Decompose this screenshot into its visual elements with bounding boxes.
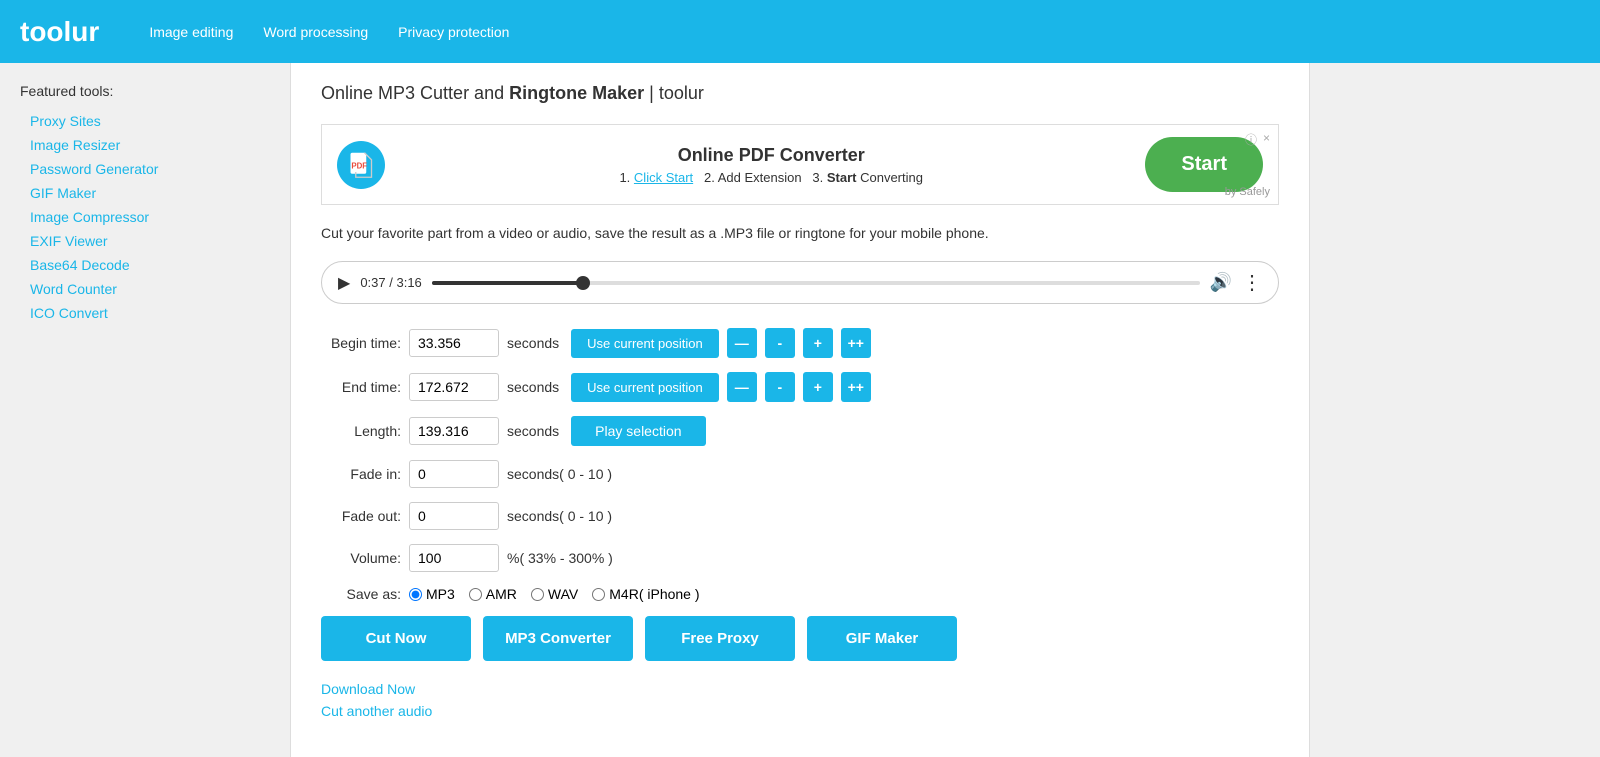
- sidebar: Featured tools: Proxy Sites Image Resize…: [0, 63, 290, 757]
- fade-out-unit: seconds( 0 - 10 ): [507, 508, 612, 524]
- begin-minus-minus-button[interactable]: —: [727, 328, 757, 358]
- nav-word-processing[interactable]: Word processing: [263, 24, 368, 40]
- volume-icon[interactable]: 🔊: [1210, 272, 1232, 293]
- nav: Image editing Word processing Privacy pr…: [149, 24, 509, 40]
- length-input[interactable]: [409, 417, 499, 445]
- ad-banner: ⓘ × PDF Online PDF Converter 1. Click St…: [321, 124, 1279, 205]
- main-content: Online MP3 Cutter and Ringtone Maker | t…: [290, 63, 1310, 757]
- progress-bar-fill: [432, 281, 583, 285]
- ad-text-block: Online PDF Converter 1. Click Start 2. A…: [397, 145, 1145, 185]
- end-minus-minus-button[interactable]: —: [727, 372, 757, 402]
- end-time-unit: seconds: [507, 379, 559, 395]
- fade-in-input[interactable]: [409, 460, 499, 488]
- end-minus-button[interactable]: -: [765, 372, 795, 402]
- action-buttons: Cut Now MP3 Converter Free Proxy GIF Mak…: [321, 616, 1279, 661]
- ad-title: Online PDF Converter: [397, 145, 1145, 166]
- format-wav-radio[interactable]: [531, 588, 544, 601]
- fade-in-label: Fade in:: [321, 466, 401, 482]
- ad-info-icon: ⓘ: [1245, 131, 1257, 148]
- end-time-input[interactable]: [409, 373, 499, 401]
- length-label: Length:: [321, 423, 401, 439]
- cut-another-link[interactable]: Cut another audio: [321, 703, 1279, 719]
- sidebar-item-image-resizer[interactable]: Image Resizer: [20, 133, 270, 157]
- begin-time-input[interactable]: [409, 329, 499, 357]
- ad-controls: ⓘ ×: [1245, 131, 1270, 148]
- end-plus-plus-button[interactable]: ++: [841, 372, 871, 402]
- sidebar-item-image-compressor[interactable]: Image Compressor: [20, 205, 270, 229]
- audio-player: ▶ 0:37 / 3:16 🔊 ⋮: [321, 261, 1279, 304]
- format-mp3-radio[interactable]: [409, 588, 422, 601]
- header: toolur Image editing Word processing Pri…: [0, 0, 1600, 63]
- cut-now-button[interactable]: Cut Now: [321, 616, 471, 661]
- format-amr-radio[interactable]: [469, 588, 482, 601]
- save-as-label: Save as:: [321, 586, 401, 602]
- progress-bar[interactable]: [432, 281, 1200, 285]
- ad-close-icon[interactable]: ×: [1263, 131, 1270, 148]
- volume-input[interactable]: [409, 544, 499, 572]
- mp3-converter-button[interactable]: MP3 Converter: [483, 616, 633, 661]
- begin-plus-plus-button[interactable]: ++: [841, 328, 871, 358]
- ad-banner-left: PDF Online PDF Converter 1. Click Start …: [337, 141, 1145, 189]
- more-options-icon[interactable]: ⋮: [1242, 270, 1262, 295]
- sidebar-item-ico-convert[interactable]: ICO Convert: [20, 301, 270, 325]
- right-sidebar: [1310, 63, 1600, 757]
- featured-label: Featured tools:: [20, 83, 270, 99]
- ad-safely-label: by Safely: [1225, 186, 1270, 198]
- sidebar-item-exif-viewer[interactable]: EXIF Viewer: [20, 229, 270, 253]
- sidebar-item-proxy-sites[interactable]: Proxy Sites: [20, 109, 270, 133]
- begin-use-current-button[interactable]: Use current position: [571, 329, 719, 358]
- gif-maker-button[interactable]: GIF Maker: [807, 616, 957, 661]
- sidebar-item-word-counter[interactable]: Word Counter: [20, 277, 270, 301]
- save-format-group: MP3 AMR WAV M4R( iPhone ): [409, 586, 700, 602]
- begin-plus-button[interactable]: +: [803, 328, 833, 358]
- sidebar-item-gif-maker[interactable]: GIF Maker: [20, 181, 270, 205]
- fade-out-label: Fade out:: [321, 508, 401, 524]
- format-m4r-label[interactable]: M4R( iPhone ): [592, 586, 699, 602]
- layout: Featured tools: Proxy Sites Image Resize…: [0, 63, 1600, 757]
- logo[interactable]: toolur: [20, 16, 99, 48]
- ad-steps: 1. Click Start 2. Add Extension 3. Start…: [397, 170, 1145, 185]
- length-unit: seconds: [507, 423, 559, 439]
- format-wav-label[interactable]: WAV: [531, 586, 578, 602]
- sidebar-item-password-generator[interactable]: Password Generator: [20, 157, 270, 181]
- format-mp3-label[interactable]: MP3: [409, 586, 455, 602]
- time-display: 0:37 / 3:16: [360, 275, 421, 290]
- ad-click-start-link[interactable]: Click Start: [634, 170, 693, 185]
- page-title: Online MP3 Cutter and Ringtone Maker | t…: [321, 83, 1279, 104]
- end-plus-button[interactable]: +: [803, 372, 833, 402]
- fade-in-row: Fade in: seconds( 0 - 10 ): [321, 460, 1279, 488]
- save-as-row: Save as: MP3 AMR WAV M4R( iPhone ): [321, 586, 1279, 602]
- ad-pdf-icon: PDF: [337, 141, 385, 189]
- progress-handle[interactable]: [576, 276, 590, 290]
- end-time-row: End time: seconds Use current position —…: [321, 372, 1279, 402]
- description: Cut your favorite part from a video or a…: [321, 225, 1279, 241]
- free-proxy-button[interactable]: Free Proxy: [645, 616, 795, 661]
- svg-text:PDF: PDF: [351, 161, 367, 170]
- begin-time-unit: seconds: [507, 335, 559, 351]
- begin-time-row: Begin time: seconds Use current position…: [321, 328, 1279, 358]
- volume-unit: %( 33% - 300% ): [507, 550, 613, 566]
- begin-minus-button[interactable]: -: [765, 328, 795, 358]
- fade-in-unit: seconds( 0 - 10 ): [507, 466, 612, 482]
- length-row: Length: seconds Play selection: [321, 416, 1279, 446]
- fade-out-row: Fade out: seconds( 0 - 10 ): [321, 502, 1279, 530]
- nav-privacy-protection[interactable]: Privacy protection: [398, 24, 509, 40]
- fade-out-input[interactable]: [409, 502, 499, 530]
- play-selection-button[interactable]: Play selection: [571, 416, 705, 446]
- play-button[interactable]: ▶: [338, 273, 350, 293]
- volume-label: Volume:: [321, 550, 401, 566]
- download-now-link[interactable]: Download Now: [321, 681, 1279, 697]
- end-use-current-button[interactable]: Use current position: [571, 373, 719, 402]
- format-m4r-radio[interactable]: [592, 588, 605, 601]
- volume-row: Volume: %( 33% - 300% ): [321, 544, 1279, 572]
- sidebar-item-base64-decode[interactable]: Base64 Decode: [20, 253, 270, 277]
- begin-time-label: Begin time:: [321, 335, 401, 351]
- end-time-label: End time:: [321, 379, 401, 395]
- nav-image-editing[interactable]: Image editing: [149, 24, 233, 40]
- format-amr-label[interactable]: AMR: [469, 586, 517, 602]
